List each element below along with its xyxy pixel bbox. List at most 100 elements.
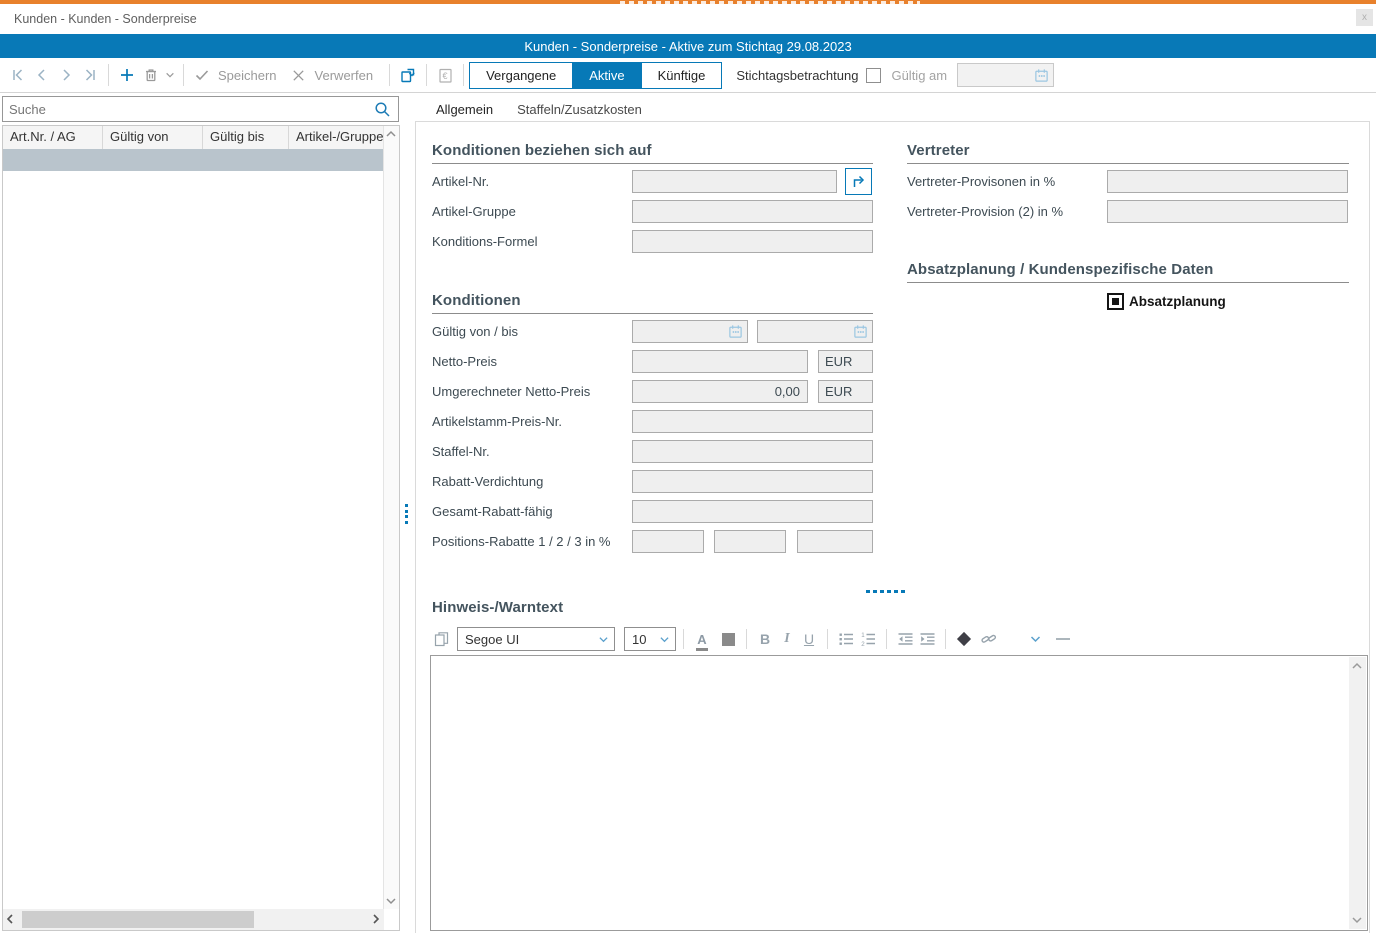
provision2-input[interactable] [1107,200,1348,223]
bold-button[interactable]: B [754,628,776,650]
calendar-icon[interactable] [853,324,868,339]
paste-format-button[interactable] [430,628,452,650]
artikel-nr-input[interactable] [632,170,837,193]
scroll-right-icon[interactable] [371,913,381,925]
field-row-staffel-nr: Staffel-Nr. [432,436,873,466]
italic-icon: I [784,632,789,646]
table-row-selected[interactable] [3,149,384,171]
search-input[interactable] [3,102,374,117]
document-copy-icon [433,631,450,648]
nav-next-button[interactable] [54,63,78,87]
font-color-button[interactable]: A [691,628,713,650]
column-header-artnr[interactable]: Art.Nr. / AG [3,126,103,149]
staffel-nr-input[interactable] [632,440,873,463]
umgerechneter-currency: EUR [818,380,873,403]
increase-indent-button[interactable] [916,628,938,650]
provision1-input[interactable] [1107,170,1348,193]
x-icon [291,68,306,83]
gesamt-rabatt-label: Gesamt-Rabatt-fähig [432,504,632,519]
detail-content: Konditionen beziehen sich auf Artikel-Nr… [415,121,1370,933]
hinweis-text-editor[interactable] [430,655,1368,931]
tab-allgemein[interactable]: Allgemein [424,96,505,122]
italic-button[interactable]: I [776,628,798,650]
gueltig-von-bis-label: Gültig von / bis [432,324,632,339]
table-horizontal-scrollbar[interactable] [3,909,384,930]
field-row-rabatt-verdichtung: Rabatt-Verdichtung [432,466,873,496]
delete-options-button[interactable] [163,63,177,87]
close-tab-button[interactable]: x [1356,9,1373,26]
search-icon[interactable] [374,101,391,118]
staffel-nr-label: Staffel-Nr. [432,444,632,459]
scrollbar-thumb[interactable] [22,911,254,928]
positions-rabatt-2-input[interactable] [714,530,786,553]
editor-vertical-scrollbar[interactable] [1349,657,1366,929]
column-header-artikel-gruppe[interactable]: Artikel-/Gruppe [289,126,384,149]
tab-staffeln[interactable]: Staffeln/Zusatzkosten [505,96,654,122]
symbol-button[interactable] [953,628,975,650]
filter-aktive-button[interactable]: Aktive [572,62,641,89]
artikelstamm-input[interactable] [632,410,873,433]
chevron-down-icon [1029,634,1042,644]
bullet-list-button[interactable] [835,628,857,650]
artikel-nr-jump-button[interactable] [845,168,872,195]
nav-first-button[interactable] [6,63,30,87]
invoice-euro-icon: € [437,67,454,84]
konditions-formel-label: Konditions-Formel [432,234,632,249]
gueltig-von-input[interactable] [632,320,748,343]
scroll-down-icon[interactable] [1351,915,1363,925]
scroll-left-icon[interactable] [5,913,15,925]
netto-preis-input[interactable] [632,350,808,373]
delete-record-button[interactable] [139,63,163,87]
scroll-down-icon[interactable] [385,896,397,906]
field-row-gueltig: Gültig von / bis [432,316,873,346]
save-button[interactable] [190,63,214,87]
insert-link-button[interactable] [978,628,1000,650]
field-row-gesamt-rabatt: Gesamt-Rabatt-fähig [432,496,873,526]
positions-rabatte-label: Positions-Rabatte 1 / 2 / 3 in % [432,534,632,549]
column-header-gueltig-von[interactable]: Gültig von [103,126,203,149]
plus-icon [119,67,135,83]
records-table: Art.Nr. / AG Gültig von Gültig bis Artik… [2,125,400,931]
save-label[interactable]: Speichern [218,68,277,83]
scroll-up-icon[interactable] [1351,661,1363,671]
rabatt-verdichtung-input[interactable] [632,470,873,493]
filter-kuenftige-button[interactable]: Künftige [641,62,723,89]
section-splitter-handle[interactable] [866,590,905,593]
nav-last-button[interactable] [78,63,102,87]
filter-vergangene-button[interactable]: Vergangene [469,62,573,89]
font-size-select[interactable]: 10 [624,627,676,651]
rabatt-verdichtung-label: Rabatt-Verdichtung [432,474,632,489]
calendar-icon[interactable] [728,324,743,339]
positions-rabatt-1-input[interactable] [632,530,704,553]
konditions-formel-input[interactable] [632,230,873,253]
column-header-gueltig-bis[interactable]: Gültig bis [203,126,289,149]
add-record-button[interactable] [115,63,139,87]
decrease-indent-button[interactable] [894,628,916,650]
numbered-list-button[interactable]: 12 [857,628,879,650]
gueltig-bis-input[interactable] [757,320,873,343]
document-tab[interactable]: Kunden - Kunden - Sonderpreise [0,12,197,26]
panel-splitter-handle[interactable] [405,504,409,524]
positions-rabatt-3-input[interactable] [797,530,873,553]
table-vertical-scrollbar[interactable] [383,126,399,909]
transfer-record-button[interactable] [396,63,420,87]
scroll-up-icon[interactable] [385,129,397,139]
chevron-left-icon [34,67,50,83]
discard-label[interactable]: Verwerfen [315,68,374,83]
more-options-button[interactable] [1024,628,1046,650]
underline-button[interactable]: U [798,628,820,650]
section-title-vertreter: Vertreter [907,142,1349,164]
trash-icon [143,67,159,83]
price-document-button[interactable]: € [433,63,457,87]
font-family-select[interactable]: Segoe UI [457,627,615,651]
discard-button[interactable] [287,63,311,87]
umgerechneter-label: Umgerechneter Netto-Preis [432,384,632,399]
umgerechneter-input[interactable]: 0,00 [632,380,808,403]
gesamt-rabatt-input[interactable] [632,500,873,523]
highlight-color-button[interactable] [717,628,739,650]
absatzplanung-checkbox[interactable] [1107,293,1124,310]
nav-prev-button[interactable] [30,63,54,87]
stichtag-checkbox[interactable] [866,68,881,83]
collapse-toolbar-button[interactable] [1052,628,1074,650]
artikel-gruppe-input[interactable] [632,200,873,223]
